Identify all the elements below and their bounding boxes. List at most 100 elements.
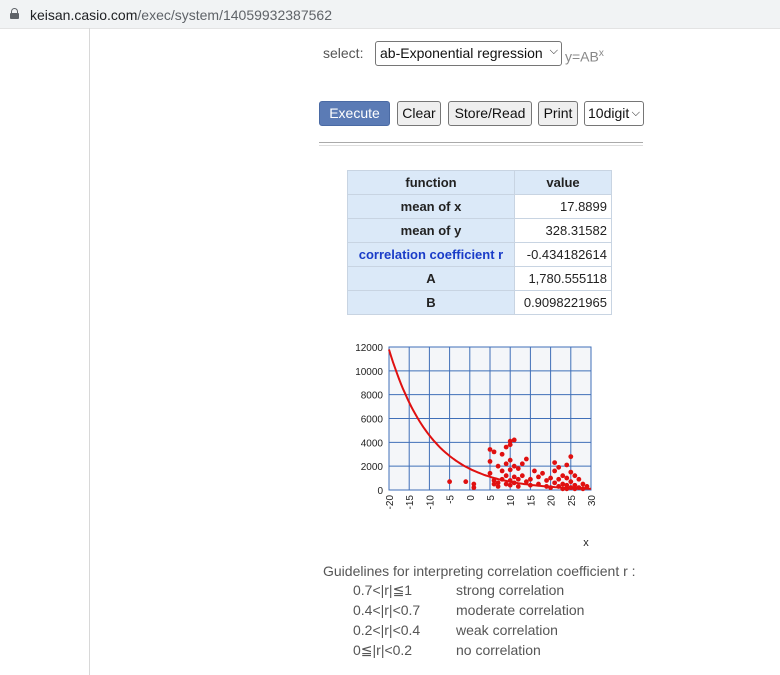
address-bar[interactable]: keisan.casio.com/exec/system/14059932387… (0, 0, 780, 29)
guideline-range: 0≦|r|<0.2 (353, 642, 413, 658)
guideline-range: 0.2<|r|<0.4 (353, 622, 421, 638)
chevron-down-icon: ⌵ (631, 107, 640, 119)
data-point (572, 486, 578, 492)
data-point (463, 479, 469, 485)
data-point (511, 474, 517, 480)
row-value: 0.9098221965 (514, 290, 612, 315)
guideline-desc: no correlation (456, 642, 541, 658)
data-point (536, 481, 541, 487)
data-point (580, 486, 586, 492)
data-point (580, 481, 586, 487)
y-tick-label: 6000 (361, 415, 384, 426)
data-point (491, 481, 497, 487)
data-point (487, 459, 493, 464)
data-point (552, 468, 558, 474)
data-point (507, 457, 513, 463)
guideline-desc: strong correlation (456, 582, 565, 598)
guideline-range: 0.7<|r|≦1 (353, 582, 413, 598)
data-point (584, 484, 590, 489)
data-point (523, 479, 529, 485)
data-point (568, 479, 574, 485)
data-point (511, 437, 517, 443)
data-point (495, 463, 501, 469)
data-point (572, 473, 578, 479)
row-label: mean of y (347, 218, 515, 243)
data-point (552, 480, 558, 486)
x-tick-label: -15 (405, 495, 416, 510)
data-point (560, 481, 566, 487)
execute-button[interactable]: Execute (319, 101, 390, 126)
y-tick-label: 2000 (361, 462, 384, 473)
x-tick-label: 20 (547, 495, 558, 507)
data-point (495, 484, 501, 489)
row-value: 17.8899 (514, 194, 612, 219)
data-point (528, 482, 533, 488)
table-row: correlation coefficient r -0.434182614 (347, 242, 612, 267)
store-read-button[interactable]: Store/Read (448, 101, 532, 126)
table-row: B 0.9098221965 (347, 290, 612, 315)
x-tick-label: -20 (385, 495, 396, 510)
table-row: mean of x 17.8899 (347, 194, 612, 219)
data-point (447, 479, 452, 485)
row-label-link[interactable]: correlation coefficient r (347, 242, 515, 267)
data-point (576, 476, 582, 482)
data-point (471, 485, 477, 491)
data-point (548, 485, 553, 491)
data-point (511, 480, 517, 486)
data-point (507, 442, 513, 448)
data-point (515, 476, 521, 482)
y-tick-label: 0 (377, 486, 383, 497)
data-point (556, 464, 562, 470)
data-point (536, 474, 541, 480)
url-text[interactable]: keisan.casio.com/exec/system/14059932387… (30, 7, 332, 23)
header-value: value (514, 170, 612, 195)
data-point (499, 468, 505, 474)
data-point (560, 473, 566, 479)
data-point (564, 462, 570, 468)
data-point (556, 484, 562, 489)
x-tick-label: 5 (486, 495, 497, 501)
data-point (491, 449, 497, 455)
formula-base: y=AB (565, 48, 599, 65)
digits-select-value: 10digit (588, 105, 630, 121)
table-row: mean of y 328.31582 (347, 218, 612, 243)
data-point (503, 461, 509, 467)
table-header-row: function value (347, 170, 612, 195)
y-tick-label: 12000 (355, 343, 383, 354)
lock-icon[interactable] (10, 8, 19, 19)
results-table: function value mean of x 17.8899 mean of… (347, 170, 612, 315)
data-point (487, 470, 493, 476)
guideline-desc: moderate correlation (456, 602, 585, 618)
data-point (523, 456, 529, 462)
header-function: function (347, 170, 515, 195)
row-label: mean of x (347, 194, 515, 219)
row-label: B (347, 290, 515, 315)
data-point (519, 473, 525, 479)
clear-button[interactable]: Clear (397, 101, 441, 126)
guideline-range: 0.4<|r|<0.7 (353, 602, 421, 618)
data-point (544, 484, 549, 489)
row-label: A (347, 266, 515, 291)
regression-select-value: ab-Exponential regression (380, 45, 543, 61)
row-value: 328.31582 (514, 218, 612, 243)
regression-select[interactable]: ab-Exponential regression ⌵ (375, 41, 562, 66)
data-point (507, 482, 513, 488)
data-point (540, 470, 545, 476)
data-point (499, 476, 505, 482)
chevron-down-icon: ⌵ (549, 45, 558, 57)
data-point (515, 466, 521, 471)
select-label: select: (323, 45, 364, 61)
data-point (507, 478, 513, 483)
print-button[interactable]: Print (538, 101, 578, 126)
url-path: /exec/system/14059932387562 (137, 7, 332, 23)
data-point (503, 473, 509, 479)
data-point (507, 467, 513, 473)
x-tick-label: 25 (567, 495, 578, 507)
digits-select[interactable]: 10digit ⌵ (584, 101, 644, 126)
x-tick-label: -5 (446, 495, 457, 504)
data-point (511, 463, 517, 469)
y-tick-label: 8000 (361, 391, 384, 402)
data-point (568, 469, 574, 475)
x-tick-label: 30 (587, 495, 598, 507)
data-point (519, 461, 525, 467)
